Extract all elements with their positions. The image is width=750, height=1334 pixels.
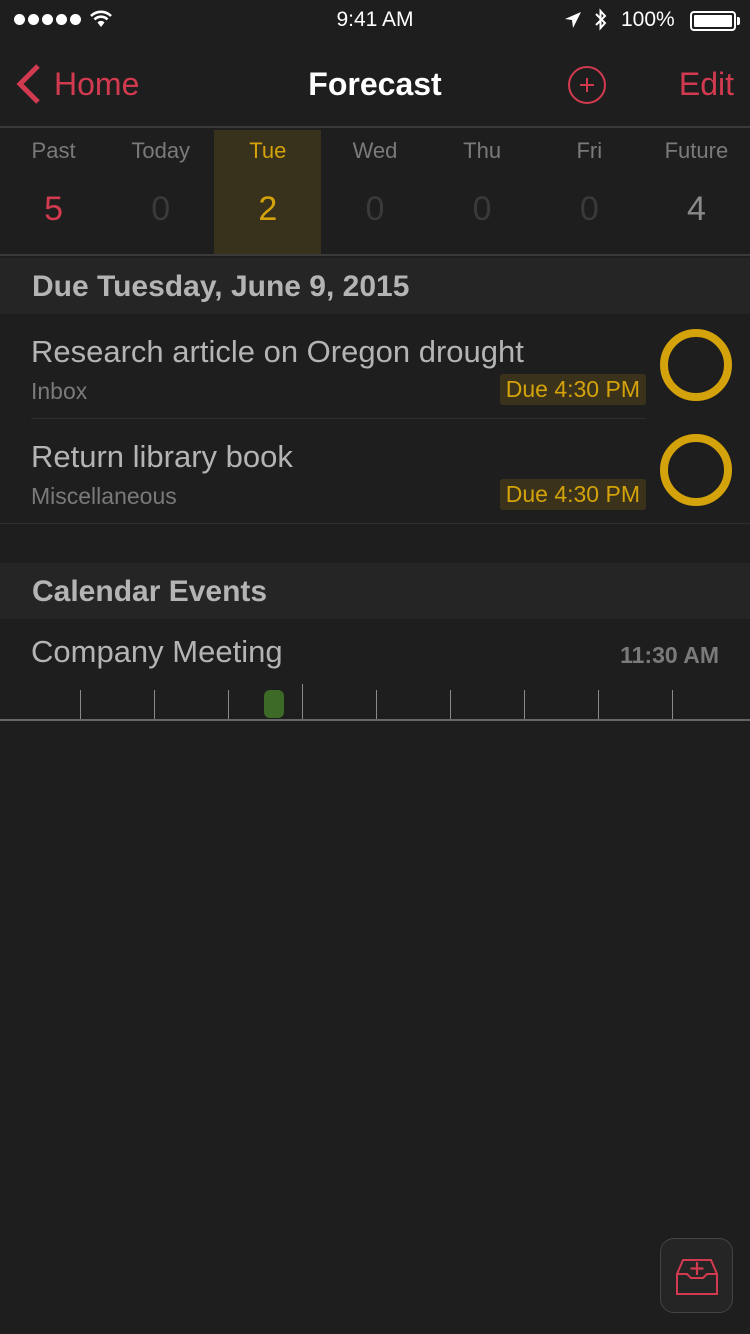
chevron-left-icon bbox=[16, 64, 40, 104]
task-title: Return library book bbox=[31, 439, 293, 474]
calendar-event-row[interactable]: Company Meeting 11:30 AM bbox=[0, 620, 750, 722]
section-title: Calendar Events bbox=[32, 575, 268, 608]
task-checkbox[interactable] bbox=[660, 329, 732, 401]
forecast-day-thu[interactable]: Thu 0 bbox=[429, 130, 536, 254]
task-row[interactable]: Return library book Miscellaneous Due 4:… bbox=[0, 419, 750, 524]
event-time: 11:30 AM bbox=[620, 642, 719, 668]
task-project: Inbox bbox=[31, 378, 88, 404]
day-count: 0 bbox=[151, 190, 171, 228]
day-label: Fri bbox=[576, 138, 603, 163]
day-count: 5 bbox=[44, 190, 64, 228]
day-label: Wed bbox=[352, 138, 398, 163]
timeline-tick bbox=[228, 690, 229, 719]
back-label: Home bbox=[54, 65, 140, 102]
day-count: 4 bbox=[686, 190, 706, 228]
task-project: Miscellaneous bbox=[31, 483, 177, 509]
timeline-tick bbox=[672, 690, 673, 719]
task-title: Research article on Oregon drought bbox=[31, 334, 524, 369]
day-label: Tue bbox=[249, 138, 287, 163]
day-label: Future bbox=[664, 138, 729, 163]
timeline-tick bbox=[376, 690, 377, 719]
task-row[interactable]: Research article on Oregon drought Inbox… bbox=[0, 314, 750, 419]
battery-tip bbox=[737, 17, 740, 25]
bluetooth-icon bbox=[595, 8, 607, 31]
location-arrow-icon bbox=[565, 12, 581, 28]
day-count: 0 bbox=[472, 190, 492, 228]
timeline-tick bbox=[524, 690, 525, 719]
forecast-day-fri[interactable]: Fri 0 bbox=[536, 130, 643, 254]
day-count: 2 bbox=[258, 190, 278, 228]
due-badge: Due 4:30 PM bbox=[499, 479, 646, 510]
day-label: Thu bbox=[463, 138, 502, 163]
section-header-due: Due Tuesday, June 9, 2015 bbox=[0, 258, 750, 314]
section-header-calendar: Calendar Events bbox=[0, 563, 750, 619]
task-checkbox[interactable] bbox=[660, 434, 732, 506]
forecast-day-past[interactable]: Past 5 bbox=[0, 130, 107, 254]
forecast-day-future[interactable]: Future 4 bbox=[643, 130, 750, 254]
status-bar: 9:41 AM 100% bbox=[0, 0, 750, 40]
timeline-tick bbox=[302, 684, 303, 719]
plus-circle-icon[interactable] bbox=[567, 65, 607, 105]
section-title: Due Tuesday, June 9, 2015 bbox=[32, 270, 410, 303]
battery-percent: 100% bbox=[621, 8, 675, 31]
event-time-block bbox=[264, 690, 284, 718]
forecast-day-tue[interactable]: Tue 2 bbox=[214, 130, 322, 254]
day-count: 0 bbox=[579, 190, 599, 228]
timeline-tick bbox=[154, 690, 155, 719]
back-button[interactable]: Home bbox=[14, 62, 139, 106]
quick-entry-button[interactable] bbox=[660, 1238, 733, 1313]
forecast-day-strip: Past 5 Today 0 Tue 2 Wed 0 Thu 0 Fri 0 F… bbox=[0, 130, 750, 256]
event-timeline bbox=[0, 680, 750, 721]
forecast-day-today[interactable]: Today 0 bbox=[107, 130, 214, 254]
day-label: Past bbox=[31, 138, 76, 163]
due-badge: Due 4:30 PM bbox=[499, 374, 646, 405]
row-divider bbox=[0, 523, 750, 524]
timeline-tick bbox=[80, 690, 81, 719]
navigation-bar: Home Forecast Edit bbox=[0, 40, 750, 128]
forecast-day-wed[interactable]: Wed 0 bbox=[321, 130, 428, 254]
timeline-tick bbox=[598, 690, 599, 719]
day-label: Today bbox=[131, 138, 191, 163]
day-count: 0 bbox=[365, 190, 385, 228]
battery-icon bbox=[690, 11, 736, 31]
event-title: Company Meeting bbox=[31, 634, 283, 669]
timeline-tick bbox=[450, 690, 451, 719]
inbox-add-icon bbox=[675, 1258, 718, 1295]
edit-button[interactable]: Edit bbox=[679, 66, 734, 103]
